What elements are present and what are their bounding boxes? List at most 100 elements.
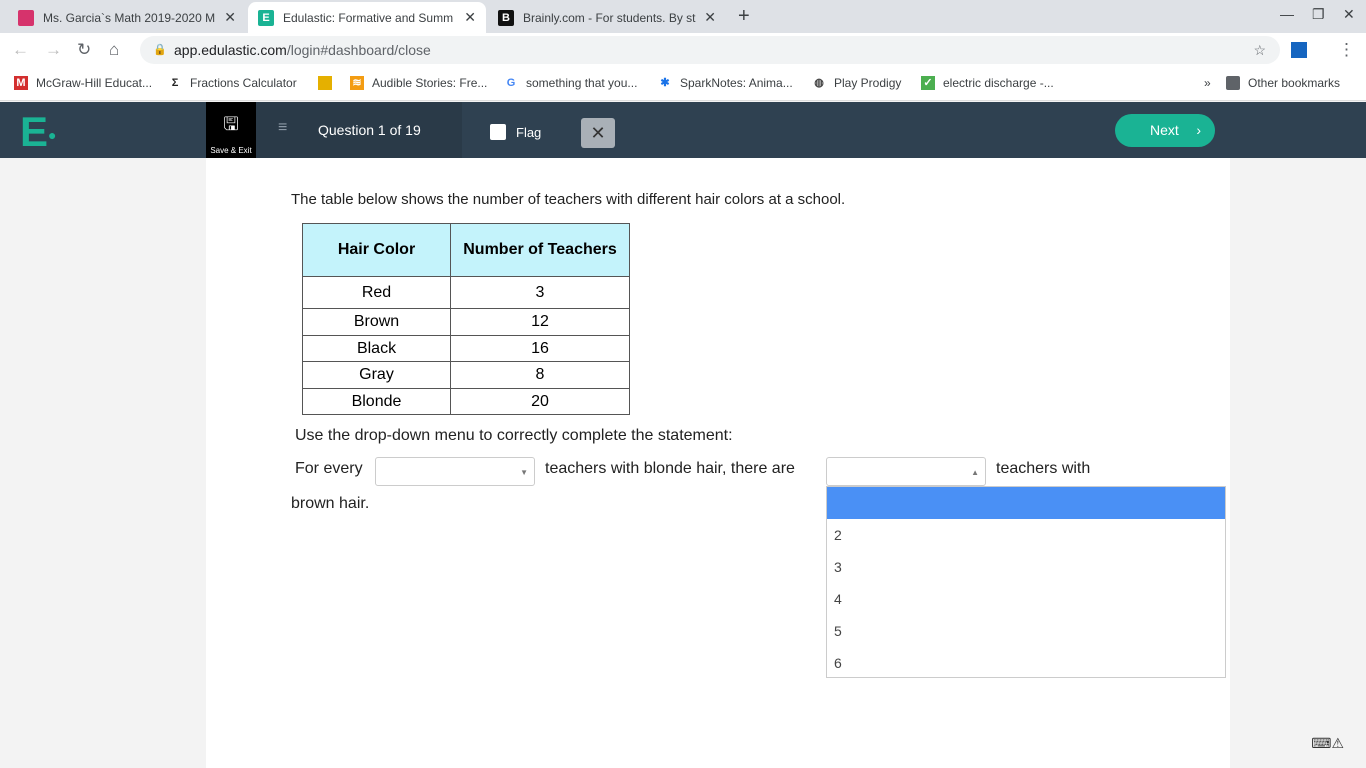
- bookmark-label: electric discharge -...: [943, 76, 1054, 90]
- bookmark-google[interactable]: Gsomething that you...: [504, 76, 638, 90]
- other-bookmarks[interactable]: Other bookmarks: [1226, 76, 1340, 90]
- question-counter: Question 1 of 19: [318, 122, 421, 138]
- brown-dropdown[interactable]: ▲: [826, 457, 986, 486]
- tab-edulastic[interactable]: E Edulastic: Formative and Summ ✕: [248, 2, 486, 33]
- save-exit-label: Save & Exit: [210, 146, 252, 155]
- table-row: Brown 12: [302, 308, 630, 336]
- edulastic-icon: E: [258, 9, 274, 26]
- flag-label[interactable]: Flag: [516, 125, 541, 140]
- bookmark-classroom[interactable]: [318, 76, 340, 90]
- table-row: Gray 8: [302, 361, 630, 389]
- close-icon[interactable]: ✕: [224, 9, 236, 26]
- bookmarks-bar: M McGraw-Hill Educat... Σ Fractions Calcul…: [0, 67, 1366, 101]
- bookmark-mcgraw[interactable]: M McGraw-Hill Educat...: [14, 76, 152, 90]
- bookmark-label: Audible Stories: Fre...: [372, 76, 488, 90]
- table-cell: Blonde: [302, 388, 451, 415]
- forward-icon[interactable]: →: [45, 40, 62, 60]
- question-nav[interactable]: ≡ Question 1 of 19: [256, 102, 462, 158]
- audible-icon: ≋: [350, 76, 364, 90]
- save-exit-icon: 🖫: [223, 114, 239, 134]
- sigma-icon: Σ: [171, 77, 179, 89]
- statement-text: For every: [295, 460, 363, 477]
- check-icon: ✓: [921, 76, 935, 90]
- table-cell: 3: [450, 276, 630, 309]
- dropdown-option[interactable]: 4: [827, 583, 1225, 615]
- url-input[interactable]: 🔒 app.edulastic.com/login#dashboard/close…: [140, 36, 1280, 64]
- next-button[interactable]: Next ›: [1115, 114, 1215, 147]
- more-bookmarks-icon[interactable]: »: [1204, 76, 1211, 90]
- close-icon[interactable]: ✕: [704, 9, 716, 26]
- tab-title: Ms. Garcia`s Math 2019-2020 M: [43, 10, 216, 25]
- tab-brainly[interactable]: B Brainly.com - For students. By st ✕: [488, 2, 726, 33]
- edulastic-logo: E●: [20, 108, 57, 155]
- blonde-dropdown[interactable]: ▼: [375, 457, 535, 486]
- reload-icon[interactable]: ↻: [77, 40, 91, 60]
- close-window-icon[interactable]: ✕: [1343, 6, 1355, 23]
- table-cell: Black: [302, 335, 451, 362]
- caret-up-icon: ▲: [971, 468, 979, 477]
- dropdown-option[interactable]: 2: [827, 519, 1225, 551]
- table-cell: 20: [450, 388, 630, 415]
- close-icon[interactable]: ✕: [464, 9, 476, 26]
- table-row: Red 3: [302, 276, 630, 309]
- mcgraw-icon: M: [14, 76, 28, 90]
- minimize-icon[interactable]: —: [1280, 6, 1294, 22]
- address-bar-row: ← → ↻ ⌂ 🔒 app.edulastic.com/login#dashboa…: [0, 33, 1366, 67]
- folder-icon: [1226, 76, 1240, 90]
- tab-strip: Ms. Garcia`s Math 2019-2020 M ✕ E Edulasti…: [0, 0, 1366, 33]
- table-row: Blonde 20: [302, 388, 630, 415]
- url-path: /login#dashboard/close: [286, 42, 431, 58]
- bookmark-electric[interactable]: ✓ electric discharge -...: [921, 76, 1054, 90]
- save-exit-button[interactable]: 🖫 Save & Exit: [206, 102, 256, 158]
- star-icon[interactable]: ☆: [1253, 36, 1266, 64]
- globe-icon: ◍: [814, 77, 824, 89]
- google-icon: G: [506, 77, 516, 89]
- bookmark-prodigy[interactable]: ◍ Play Prodigy: [812, 76, 901, 90]
- new-tab-icon[interactable]: +: [738, 5, 750, 28]
- extension-icon[interactable]: [1291, 42, 1307, 58]
- dropdown-option[interactable]: [827, 487, 1225, 519]
- classroom-icon: [18, 9, 34, 26]
- bookmark-label: McGraw-Hill Educat...: [36, 76, 153, 90]
- question-prompt: The table below shows the number of teac…: [291, 191, 846, 208]
- instruction-text: Use the drop-down menu to correctly comp…: [295, 427, 733, 444]
- table-header: Hair Color: [302, 223, 451, 277]
- dropdown-option[interactable]: 6: [827, 647, 1225, 679]
- hamburger-icon[interactable]: ≡: [278, 119, 287, 137]
- tab-garcia[interactable]: Ms. Garcia`s Math 2019-2020 M ✕: [8, 2, 246, 33]
- bookmark-label: Other bookmarks: [1248, 76, 1341, 90]
- brainly-icon: B: [498, 9, 514, 26]
- next-label: Next: [1150, 122, 1179, 138]
- close-button[interactable]: ✕: [581, 118, 615, 148]
- question-panel: The table below shows the number of teac…: [206, 158, 1230, 768]
- bookmark-label: something that you...: [526, 76, 638, 90]
- dropdown-option[interactable]: 5: [827, 615, 1225, 647]
- lock-icon: 🔒: [153, 44, 167, 56]
- text-to-speech-icon[interactable]: ⌨⚠: [1311, 735, 1344, 752]
- back-icon[interactable]: ←: [12, 40, 29, 60]
- tab-title: Brainly.com - For students. By st: [523, 10, 696, 25]
- dropdown-option[interactable]: 3: [827, 551, 1225, 583]
- assessment-toolbar: E● 🖫 Save & Exit ≡ Question 1 of 19 Flag ✕…: [0, 102, 1366, 158]
- flag-checkbox[interactable]: [490, 124, 506, 140]
- table-cell: 16: [450, 335, 630, 362]
- table-row: Black 16: [302, 335, 630, 362]
- bookmark-audible[interactable]: ≋ Audible Stories: Fre...: [350, 76, 487, 90]
- bookmark-fractions[interactable]: Σ Fractions Calculator: [168, 76, 297, 90]
- bookmark-sparknotes[interactable]: ✱ SparkNotes: Anima...: [658, 76, 792, 90]
- statement-text: teachers with blonde hair, there are: [545, 460, 795, 477]
- table-cell: 8: [450, 361, 630, 389]
- table-cell: Gray: [302, 361, 451, 389]
- sparknotes-icon: ✱: [660, 77, 670, 89]
- classroom-icon: [318, 76, 332, 90]
- bookmark-label: Play Prodigy: [834, 76, 902, 90]
- restore-icon[interactable]: ❐: [1312, 6, 1325, 23]
- bookmark-label: Fractions Calculator: [190, 76, 297, 90]
- chevron-right-icon: ›: [1196, 122, 1201, 138]
- menu-icon[interactable]: ⋮: [1338, 40, 1355, 60]
- home-icon[interactable]: ⌂: [109, 40, 119, 60]
- dropdown-options: 2 3 4 5 6: [826, 486, 1226, 678]
- table-cell: 12: [450, 308, 630, 336]
- url-host: app.edulastic.com: [174, 42, 287, 58]
- statement-text: brown hair.: [291, 495, 370, 512]
